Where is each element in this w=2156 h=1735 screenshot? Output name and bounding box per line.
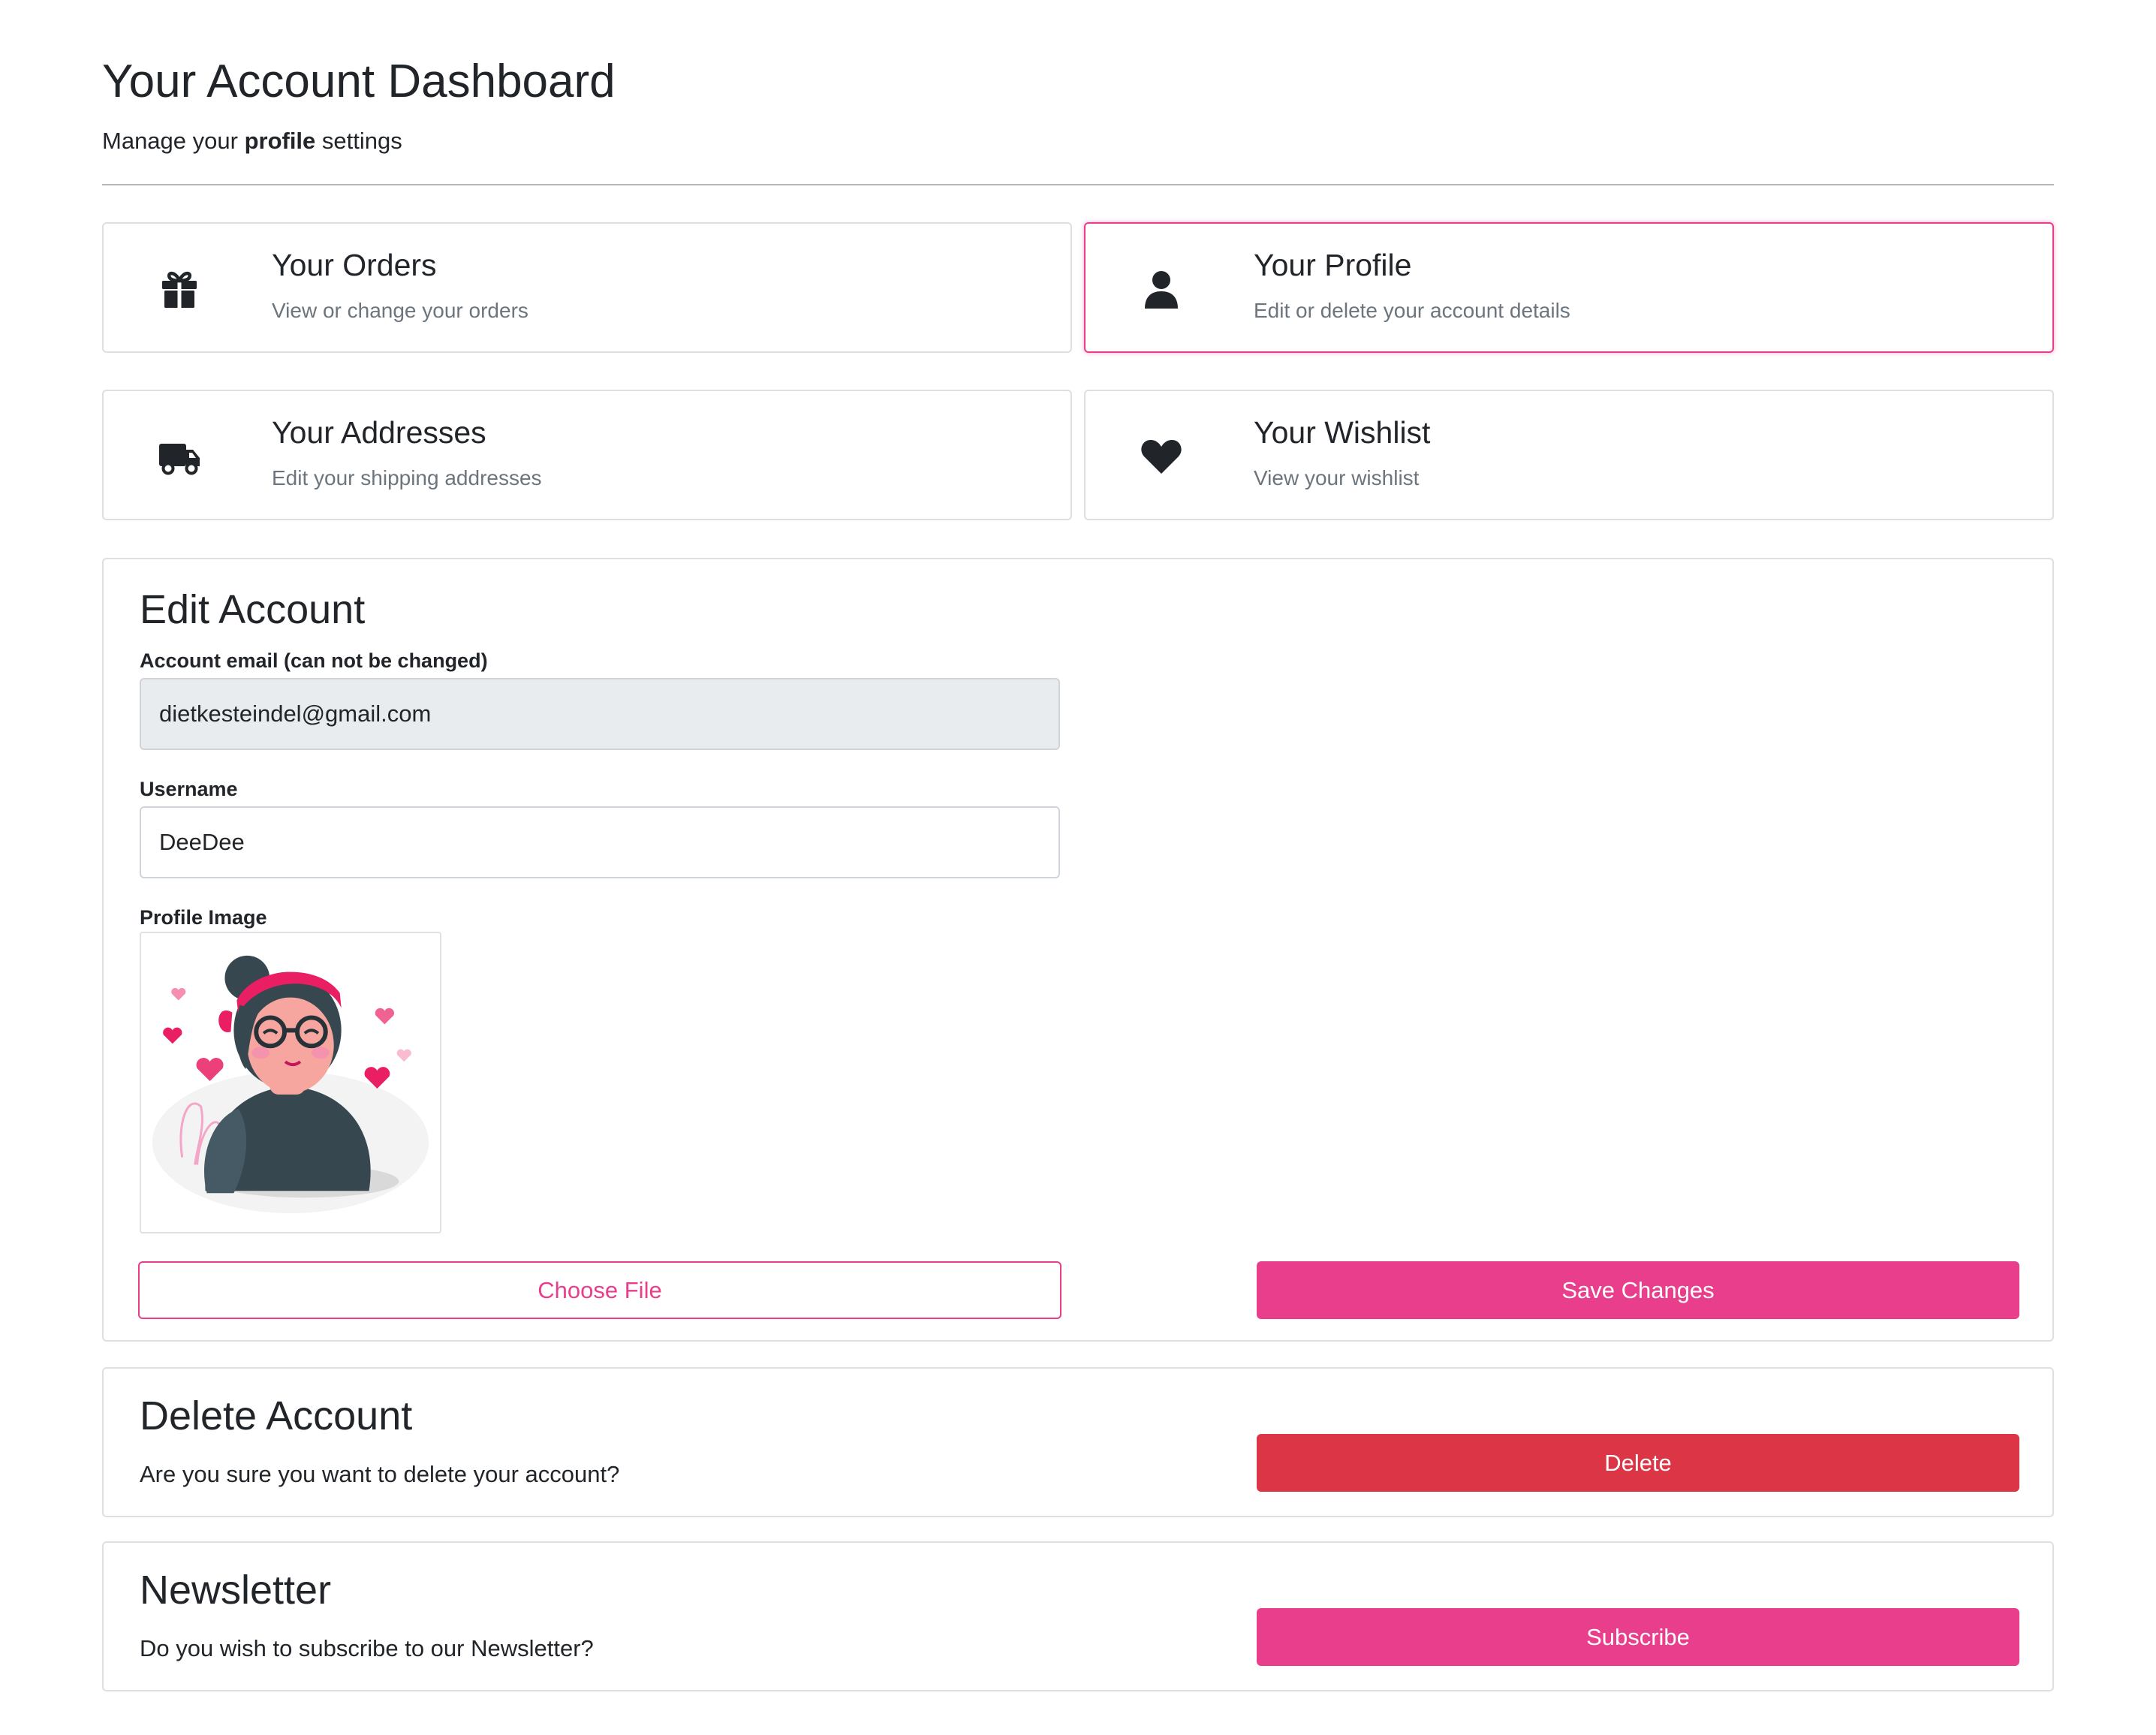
choose-file-button[interactable]: Choose File <box>138 1261 1061 1319</box>
nav-card-description: View or change your orders <box>272 299 528 322</box>
newsletter-text: Do you wish to subscribe to our Newslett… <box>140 1635 594 1661</box>
delete-account-title: Delete Account <box>140 1393 413 1438</box>
edit-account-title: Edit Account <box>140 587 366 632</box>
page-subtitle-prefix: Manage your <box>102 128 245 154</box>
username-label: Username <box>140 778 238 800</box>
email-label: Account email (can not be changed) <box>140 649 488 672</box>
page-title: Your Account Dashboard <box>102 56 616 107</box>
truck-icon <box>158 435 201 478</box>
save-changes-button[interactable]: Save Changes <box>1257 1261 2019 1319</box>
nav-card-title: Your Orders <box>272 248 437 282</box>
nav-card-wishlist[interactable]: Your Wishlist View your wishlist <box>1084 390 2054 520</box>
account-dashboard-page: Your Account Dashboard Manage your profi… <box>0 0 2156 1735</box>
user-icon <box>1140 267 1183 311</box>
nav-card-profile[interactable]: Your Profile Edit or delete your account… <box>1084 222 2054 353</box>
page-subtitle-suffix: settings <box>315 128 402 154</box>
nav-card-title: Your Addresses <box>272 415 486 450</box>
profile-avatar-illustration <box>152 955 429 1214</box>
nav-card-description: View your wishlist <box>1254 466 1420 489</box>
gift-icon <box>158 267 201 311</box>
nav-card-description: Edit your shipping addresses <box>272 466 542 489</box>
profile-image-label: Profile Image <box>140 906 267 929</box>
nav-card-title: Your Profile <box>1254 248 1412 282</box>
delete-account-button[interactable]: Delete <box>1257 1434 2019 1492</box>
edit-account-panel: Edit Account Account email (can not be c… <box>102 558 2054 1342</box>
nav-card-orders[interactable]: Your Orders View or change your orders <box>102 222 1072 353</box>
heart-icon <box>1140 435 1183 478</box>
header-divider <box>102 184 2054 185</box>
subscribe-button[interactable]: Subscribe <box>1257 1608 2019 1666</box>
profile-image <box>140 932 441 1233</box>
nav-card-addresses[interactable]: Your Addresses Edit your shipping addres… <box>102 390 1072 520</box>
nav-card-title: Your Wishlist <box>1254 415 1431 450</box>
delete-account-text: Are you sure you want to delete your acc… <box>140 1461 620 1487</box>
newsletter-title: Newsletter <box>140 1568 332 1613</box>
email-field <box>140 678 1060 750</box>
newsletter-panel: Newsletter Do you wish to subscribe to o… <box>102 1541 2054 1691</box>
page-subtitle: Manage your profile settings <box>102 128 402 155</box>
delete-account-panel: Delete Account Are you sure you want to … <box>102 1367 2054 1517</box>
username-field[interactable] <box>140 806 1060 878</box>
nav-card-description: Edit or delete your account details <box>1254 299 1570 322</box>
page-subtitle-emphasis: profile <box>244 128 316 154</box>
